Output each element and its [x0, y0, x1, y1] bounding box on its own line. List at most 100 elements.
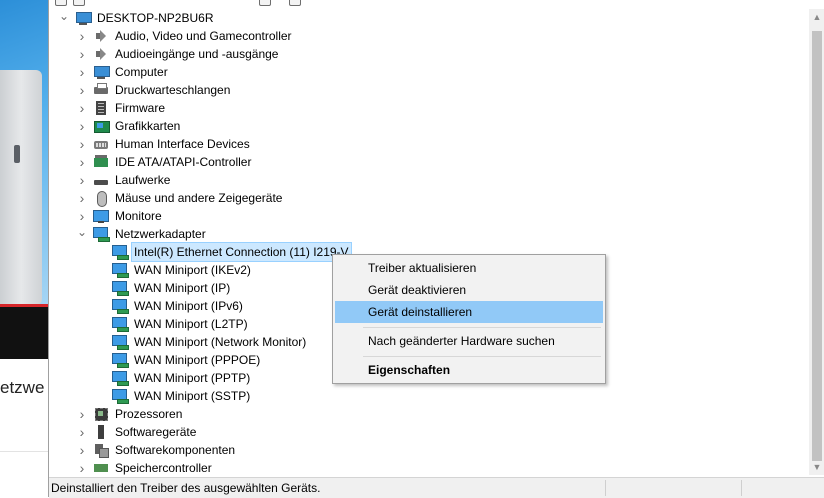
software-component-icon	[93, 442, 109, 458]
vertical-scrollbar[interactable]: ▲ ▼	[809, 9, 824, 475]
tree-category[interactable]: › Prozessoren	[77, 405, 184, 423]
tree-category[interactable]: › IDE ATA/ATAPI-Controller	[77, 153, 253, 171]
scroll-up-arrow[interactable]: ▲	[809, 9, 824, 25]
tree-node-label: Intel(R) Ethernet Connection (11) I219-V	[131, 242, 352, 262]
tree-node-label: WAN Miniport (SSTP)	[134, 389, 251, 403]
chevron-right-icon[interactable]: ›	[77, 135, 87, 153]
tree-node-label: Softwaregeräte	[115, 425, 197, 439]
chevron-right-icon[interactable]: ›	[77, 81, 87, 99]
tree-device-network-adapter[interactable]: WAN Miniport (PPTP)	[96, 369, 252, 387]
device-tree[interactable]: ⌄ DESKTOP-NP2BU6R › Audio, Video und Gameco…	[49, 9, 809, 475]
context-menu: Treiber aktualisieren Gerät deaktivieren…	[332, 254, 606, 384]
toolbar-button-back[interactable]	[55, 0, 67, 6]
chevron-right-icon[interactable]: ›	[77, 99, 87, 117]
chevron-right-icon[interactable]: ›	[77, 441, 87, 459]
chevron-down-icon[interactable]: ⌄	[77, 223, 87, 241]
toolbar-button-forward[interactable]	[73, 0, 85, 6]
tree-node-label: Mäuse und andere Zeigegeräte	[115, 191, 283, 205]
tree-device-network-adapter[interactable]: WAN Miniport (IP)	[96, 279, 232, 297]
network-adapter-icon	[93, 226, 110, 242]
network-adapter-icon	[112, 370, 129, 386]
chevron-right-icon[interactable]: ›	[77, 45, 87, 63]
menu-item-disable-device[interactable]: Gerät deaktivieren	[335, 279, 603, 301]
tree-node-label: WAN Miniport (L2TP)	[134, 317, 248, 331]
background-heading-fragment: etzwe	[0, 378, 45, 397]
toolbar-button-properties[interactable]	[259, 0, 271, 6]
tree-node-label: WAN Miniport (IPv6)	[134, 299, 243, 313]
tree-device-network-adapter[interactable]: WAN Miniport (IKEv2)	[96, 261, 253, 279]
tree-device-network-adapter[interactable]: WAN Miniport (SSTP)	[96, 387, 252, 405]
toolbar	[49, 0, 824, 6]
menu-item-uninstall-device[interactable]: Gerät deinstallieren	[335, 301, 603, 323]
tree-node-label: Monitore	[115, 209, 162, 223]
tree-category[interactable]: › Human Interface Devices	[77, 135, 252, 153]
chevron-right-icon[interactable]: ›	[77, 153, 87, 171]
audio-video-icon	[93, 28, 109, 44]
tree-category[interactable]: › Grafikkarten	[77, 117, 182, 135]
tree-node-label: Softwarekomponenten	[115, 443, 236, 457]
tree-root-computer[interactable]: ⌄ DESKTOP-NP2BU6R	[59, 9, 215, 27]
mouse-icon	[93, 190, 109, 207]
tree-node-label: WAN Miniport (PPTP)	[134, 371, 251, 385]
menu-item-update-driver[interactable]: Treiber aktualisieren	[335, 257, 603, 279]
tree-category[interactable]: › Monitore	[77, 207, 164, 225]
status-bar: Deinstalliert den Treiber des ausgewählt…	[49, 477, 824, 498]
menu-separator	[363, 356, 601, 357]
ide-controller-icon	[93, 154, 109, 170]
tree-category[interactable]: › Audioeingänge und -ausgänge	[77, 45, 280, 63]
chevron-right-icon[interactable]: ›	[77, 189, 87, 207]
scroll-down-arrow[interactable]: ▼	[809, 459, 824, 475]
chevron-right-icon[interactable]: ›	[77, 171, 87, 189]
tree-device-network-adapter[interactable]: WAN Miniport (L2TP)	[96, 315, 250, 333]
tree-device-network-adapter[interactable]: WAN Miniport (Network Monitor)	[96, 333, 308, 351]
chevron-right-icon[interactable]: ›	[77, 459, 87, 475]
printer-icon	[93, 82, 109, 98]
menu-item-scan-hardware[interactable]: Nach geänderter Hardware suchen	[335, 330, 603, 352]
status-pane-divider	[605, 480, 606, 496]
tree-category[interactable]: › Audio, Video und Gamecontroller	[77, 27, 294, 45]
network-adapter-icon	[112, 262, 129, 278]
tree-category[interactable]: › Mäuse und andere Zeigegeräte	[77, 189, 284, 207]
chevron-right-icon[interactable]: ›	[77, 423, 87, 441]
tree-category[interactable]: › Softwaregeräte	[77, 423, 198, 441]
tree-device-network-adapter[interactable]: WAN Miniport (IPv6)	[96, 297, 245, 315]
tree-category[interactable]: › Firmware	[77, 99, 167, 117]
tree-category[interactable]: › Druckwarteschlangen	[77, 81, 232, 99]
computer-icon	[93, 64, 110, 80]
tree-node-label: IDE ATA/ATAPI-Controller	[115, 155, 252, 169]
menu-item-properties[interactable]: Eigenschaften	[335, 359, 603, 381]
firmware-icon	[93, 100, 109, 116]
scrollbar-thumb[interactable]	[812, 31, 822, 461]
status-pane-divider	[741, 480, 742, 496]
device-manager-window: ⌄ DESKTOP-NP2BU6R › Audio, Video und Gameco…	[48, 0, 824, 498]
tree-category[interactable]: ⌄ Netzwerkadapter	[77, 225, 208, 243]
tree-category[interactable]: › Laufwerke	[77, 171, 172, 189]
tree-node-label: WAN Miniport (IP)	[134, 281, 231, 295]
network-adapter-icon	[112, 352, 129, 368]
tree-node-label: Firmware	[115, 101, 165, 115]
tree-device-network-adapter[interactable]: Intel(R) Ethernet Connection (11) I219-V	[96, 242, 352, 262]
tree-node-label: Grafikkarten	[115, 119, 181, 133]
chevron-right-icon[interactable]: ›	[77, 117, 87, 135]
tree-category[interactable]: › Speichercontroller	[77, 459, 214, 475]
tree-device-network-adapter[interactable]: WAN Miniport (PPPOE)	[96, 351, 262, 369]
tree-category[interactable]: › Computer	[77, 63, 170, 81]
background-divider	[0, 451, 48, 452]
toolbar-button-update[interactable]	[289, 0, 301, 6]
chevron-right-icon[interactable]: ›	[77, 405, 87, 423]
tree-node-label: Netzwerkadapter	[115, 227, 206, 241]
chevron-right-icon[interactable]: ›	[77, 63, 87, 81]
disk-drive-icon	[93, 172, 109, 188]
tree-node-label: WAN Miniport (PPPOE)	[134, 353, 261, 367]
tree-category[interactable]: › Softwarekomponenten	[77, 441, 237, 459]
computer-icon	[75, 10, 92, 26]
network-adapter-icon	[112, 298, 129, 314]
chevron-right-icon[interactable]: ›	[77, 27, 87, 45]
chevron-down-icon[interactable]: ⌄	[59, 9, 69, 25]
tree-node-label: DESKTOP-NP2BU6R	[97, 11, 214, 25]
